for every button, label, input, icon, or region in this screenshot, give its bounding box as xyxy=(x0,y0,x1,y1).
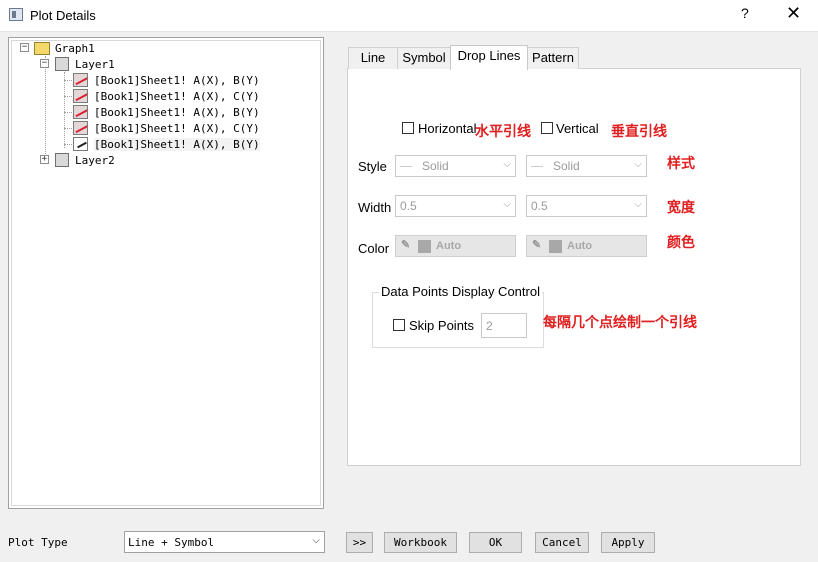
tree-item-plot[interactable]: [Book1]Sheet1! A(X), C(Y) xyxy=(94,90,260,103)
plot-type-label: Plot Type xyxy=(8,536,68,549)
style-label: Style xyxy=(358,159,387,174)
width-label: Width xyxy=(358,200,392,215)
plot-icon xyxy=(73,73,88,87)
data-points-group-title: Data Points Display Control xyxy=(379,284,542,299)
tree-connector xyxy=(45,56,46,164)
plot-icon xyxy=(73,89,88,103)
tree-connector xyxy=(64,128,72,129)
chevron-down-icon: ⌵ xyxy=(503,199,511,210)
window-title: Plot Details xyxy=(30,8,96,23)
vertical-color-value: Auto xyxy=(567,240,593,252)
help-button[interactable]: ? xyxy=(741,5,749,21)
tab-pattern[interactable]: Pattern xyxy=(527,47,579,69)
close-button[interactable]: ✕ xyxy=(786,3,801,24)
tree-item-layer2[interactable]: Layer2 xyxy=(75,154,115,167)
vertical-label: Vertical xyxy=(556,121,599,136)
tree-item-plot[interactable]: [Book1]Sheet1! A(X), B(Y) xyxy=(94,106,260,119)
ok-button[interactable]: OK xyxy=(469,532,522,553)
skip-points-label: Skip Points xyxy=(409,318,475,333)
color-swatch xyxy=(549,240,562,253)
plot-type-value: Line + Symbol xyxy=(128,536,215,549)
vertical-width-value: 0.5 xyxy=(531,199,548,213)
tab-symbol[interactable]: Symbol xyxy=(397,47,451,69)
horizontal-style-combo[interactable]: Solid ⌵ xyxy=(395,155,516,177)
horizontal-width-value: 0.5 xyxy=(400,199,417,213)
plot-type-select[interactable]: Line + Symbol ⌵ xyxy=(124,531,325,553)
tab-drop-lines[interactable]: Drop Lines xyxy=(450,45,528,70)
color-label: Color xyxy=(358,241,390,256)
graph-collapse-toggle[interactable]: − xyxy=(20,43,29,52)
expand-panel-button[interactable]: >> xyxy=(346,532,373,553)
vertical-style-value: Solid xyxy=(553,159,580,173)
annotation-skip: 每隔几个点绘制一个引线 xyxy=(543,315,697,331)
tree-item-plot[interactable]: [Book1]Sheet1! A(X), C(Y) xyxy=(94,122,260,135)
line-style-sample xyxy=(400,166,412,167)
tree-connector xyxy=(64,144,72,145)
layer-icon xyxy=(55,153,69,167)
layer1-collapse-toggle[interactable]: − xyxy=(40,59,49,68)
chevron-down-icon: ⌵ xyxy=(634,159,642,170)
horizontal-style-value: Solid xyxy=(422,159,449,173)
chevron-down-icon: ⌵ xyxy=(312,535,320,546)
horizontal-color-value: Auto xyxy=(436,240,462,252)
pen-icon: ✎ xyxy=(401,239,411,251)
horizontal-width-combo[interactable]: 0.5 ⌵ xyxy=(395,195,516,217)
skip-points-input[interactable] xyxy=(481,313,527,338)
tree-item-layer1[interactable]: Layer1 xyxy=(75,58,115,71)
vertical-checkbox[interactable] xyxy=(541,122,553,134)
tree-connector xyxy=(64,96,72,97)
plot-icon-selected xyxy=(73,137,88,151)
chevron-down-icon: ⌵ xyxy=(634,199,642,210)
tree-connector xyxy=(64,80,72,81)
annotation-style: 样式 xyxy=(667,156,695,172)
layer-icon xyxy=(55,57,69,71)
chevron-down-icon: ⌵ xyxy=(503,159,511,170)
layer2-expand-toggle[interactable]: + xyxy=(40,155,49,164)
tree-connector xyxy=(64,72,65,148)
pen-icon: ✎ xyxy=(532,239,542,251)
tree-item-plot-selected[interactable]: [Book1]Sheet1! A(X), B(Y) xyxy=(94,138,260,151)
folder-icon xyxy=(34,42,50,55)
annotation-color: 颜色 xyxy=(667,235,695,251)
apply-button[interactable]: Apply xyxy=(601,532,655,553)
annotation-horizontal: 水平引线 xyxy=(475,124,531,140)
plot-icon xyxy=(73,121,88,135)
horizontal-checkbox[interactable] xyxy=(402,122,414,134)
line-style-sample xyxy=(531,166,543,167)
vertical-style-combo[interactable]: Solid ⌵ xyxy=(526,155,647,177)
annotation-vertical: 垂直引线 xyxy=(611,124,667,140)
tab-line[interactable]: Line xyxy=(348,47,398,69)
tree-item-graph[interactable]: Graph1 xyxy=(55,42,95,55)
workbook-button[interactable]: Workbook xyxy=(384,532,457,553)
horizontal-label: Horizontal xyxy=(418,121,477,136)
color-swatch xyxy=(418,240,431,253)
vertical-width-combo[interactable]: 0.5 ⌵ xyxy=(526,195,647,217)
skip-points-checkbox[interactable] xyxy=(393,319,405,331)
tree-connector xyxy=(64,112,72,113)
cancel-button[interactable]: Cancel xyxy=(535,532,589,553)
title-bar: Plot Details ? ✕ xyxy=(0,0,818,32)
horizontal-color-button[interactable]: ✎ Auto xyxy=(395,235,516,257)
app-icon xyxy=(9,8,23,21)
plot-icon xyxy=(73,105,88,119)
annotation-width: 宽度 xyxy=(667,200,695,216)
tree-item-plot[interactable]: [Book1]Sheet1! A(X), B(Y) xyxy=(94,74,260,87)
vertical-color-button[interactable]: ✎ Auto xyxy=(526,235,647,257)
